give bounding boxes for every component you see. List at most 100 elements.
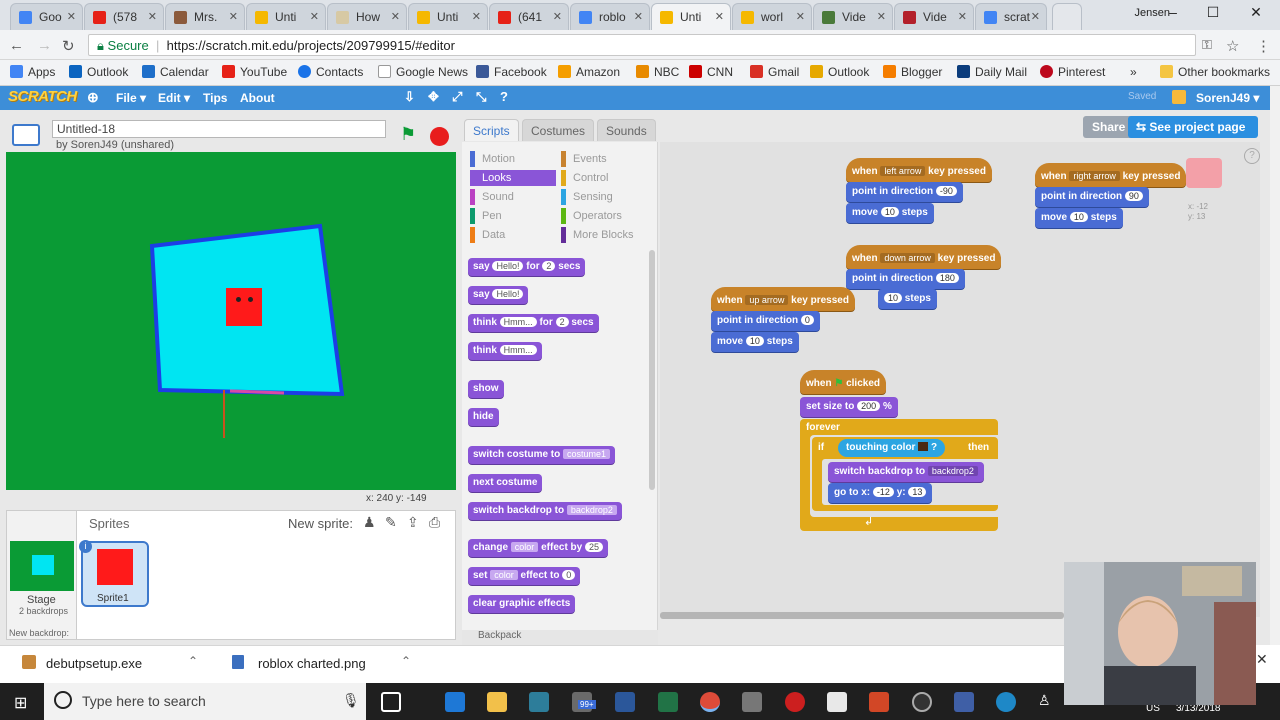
close-icon[interactable]: ✕ xyxy=(391,10,400,23)
stage-canvas[interactable] xyxy=(6,152,456,490)
category-events[interactable]: Events xyxy=(561,151,647,167)
stage-layout-icon[interactable] xyxy=(12,124,40,146)
project-title-input[interactable]: Untitled-18 xyxy=(52,120,386,138)
number-slot[interactable]: 200 xyxy=(857,401,881,411)
script-when-up-arrow[interactable]: when up arrow key pressed xyxy=(711,287,855,311)
shrink-icon[interactable]: ⤡ xyxy=(476,89,486,105)
bookmark-outlook-2[interactable]: Outlook xyxy=(810,65,869,79)
browser-tab[interactable]: Vide ✕ xyxy=(894,3,974,30)
user-menu[interactable]: SorenJ49 ▾ xyxy=(1196,91,1259,105)
word-icon[interactable] xyxy=(615,692,635,712)
block-point-in-direction[interactable]: point in direction 0 xyxy=(711,311,820,331)
x-slot[interactable]: -12 xyxy=(872,487,894,497)
bookmark-google-news[interactable]: Google News xyxy=(378,65,468,79)
key-dropdown[interactable]: up arrow xyxy=(745,295,789,305)
dropdown-slot[interactable]: color xyxy=(510,542,539,552)
block-switch-backdrop[interactable]: switch backdrop to backdrop2 xyxy=(468,502,622,520)
number-slot[interactable]: 0 xyxy=(562,570,576,580)
block-switch-costume[interactable]: switch costume to costume1 xyxy=(468,446,616,464)
close-icon[interactable]: ✕ xyxy=(310,10,319,23)
scripts-area[interactable]: when left arrow key pressed point in dir… xyxy=(660,142,1260,617)
text-slot[interactable]: Hello! xyxy=(492,261,524,271)
camera-icon[interactable]: ⎙ xyxy=(429,514,440,531)
block-change-effect[interactable]: change color effect by 25 xyxy=(468,539,609,557)
backpack-bar[interactable]: Backpack xyxy=(462,630,658,645)
close-icon[interactable]: ✕ xyxy=(1031,10,1040,23)
key-dropdown[interactable]: left arrow xyxy=(880,166,926,176)
user-avatar[interactable] xyxy=(1172,90,1186,104)
palette-scrollbar[interactable] xyxy=(649,250,655,490)
script-when-right-arrow[interactable]: when right arrow key pressed xyxy=(1035,163,1187,187)
block-point-in-direction[interactable]: point in direction -90 xyxy=(846,182,963,202)
close-icon[interactable]: ✕ xyxy=(715,10,724,23)
text-slot[interactable]: Hmm... xyxy=(499,317,537,327)
bookmark-youtube[interactable]: YouTube xyxy=(222,65,287,79)
star-icon[interactable]: ☆ xyxy=(1226,37,1239,55)
dropdown-slot[interactable]: color xyxy=(490,570,518,580)
edge-icon[interactable] xyxy=(445,692,465,712)
browser-tab[interactable]: Goo ✕ xyxy=(10,3,83,30)
key-dropdown[interactable]: right arrow xyxy=(1069,171,1120,181)
tab-scripts[interactable]: Scripts xyxy=(464,119,519,141)
tips-menu[interactable]: Tips xyxy=(203,91,227,105)
maximize-icon[interactable]: ☐ xyxy=(1203,4,1223,21)
close-icon[interactable]: ✕ xyxy=(67,10,76,23)
browser-tab[interactable]: (641 ✕ xyxy=(489,3,569,30)
close-icon[interactable]: ✕ xyxy=(634,10,643,23)
window-close-icon[interactable]: ✕ xyxy=(1246,4,1266,21)
bookmark-gmail[interactable]: Gmail xyxy=(750,65,799,79)
upload-icon[interactable]: ⇪ xyxy=(407,514,419,531)
forward-arrow-icon[interactable]: → xyxy=(37,37,52,54)
paint-brush-icon[interactable]: ✎ xyxy=(385,514,397,531)
paint-icon[interactable] xyxy=(742,692,762,712)
tab-costumes[interactable]: Costumes xyxy=(522,119,595,141)
close-icon[interactable]: ✕ xyxy=(472,10,481,23)
dropdown-slot[interactable]: costume1 xyxy=(563,449,611,459)
bookmark-facebook[interactable]: Facebook xyxy=(476,65,547,79)
bookmark-daily-mail[interactable]: Daily Mail xyxy=(957,65,1027,79)
block-point-in-direction[interactable]: point in direction 180 xyxy=(846,269,965,289)
scripts-horizontal-scrollbar[interactable] xyxy=(660,612,1064,619)
category-looks[interactable]: Looks xyxy=(470,170,556,186)
help-icon[interactable]: ? xyxy=(1244,148,1260,164)
green-flag-icon[interactable]: ⚑ xyxy=(400,124,416,145)
app-icon[interactable] xyxy=(912,692,932,712)
number-slot[interactable]: 10 xyxy=(880,207,899,217)
sprite1-on-stage[interactable] xyxy=(226,288,262,326)
new-tab-button[interactable] xyxy=(1052,3,1082,30)
block-move-steps[interactable]: move 10 steps xyxy=(1035,208,1123,228)
block-switch-backdrop[interactable]: switch backdrop to backdrop2 xyxy=(828,462,984,482)
file-menu[interactable]: File ▾ xyxy=(116,91,146,105)
notepad-icon[interactable] xyxy=(827,692,847,712)
block-touching-color[interactable]: touching color ? xyxy=(838,439,946,457)
download-item-2[interactable]: roblox charted.png xyxy=(258,656,366,671)
task-view-icon[interactable] xyxy=(381,692,401,712)
key-dropdown[interactable]: down arrow xyxy=(880,253,935,263)
app-icon[interactable] xyxy=(954,692,974,712)
direction-slot[interactable]: 0 xyxy=(800,315,814,325)
globe-icon[interactable]: ⊕ xyxy=(87,89,99,106)
choose-sprite-icon[interactable]: ♟ xyxy=(363,514,376,531)
block-think[interactable]: think Hmm... xyxy=(468,342,542,360)
scratch-logo[interactable]: SCRATCH xyxy=(8,88,77,105)
block-point-in-direction[interactable]: point in direction 90 xyxy=(1035,187,1149,207)
menu-dots-icon[interactable]: ⋮ xyxy=(1256,37,1271,55)
download-item-1[interactable]: debutpsetup.exe xyxy=(46,656,142,671)
close-icon[interactable]: ✕ xyxy=(148,10,157,23)
direction-slot[interactable]: 90 xyxy=(1124,191,1143,201)
see-project-page-button[interactable]: ⇆ See project page xyxy=(1128,116,1258,138)
category-data[interactable]: Data xyxy=(470,227,556,243)
browser-tab[interactable]: roblo ✕ xyxy=(570,3,650,30)
more-bookmarks-button[interactable]: » xyxy=(1130,65,1137,79)
block-say-for-secs[interactable]: say Hello! for 2 secs xyxy=(468,258,586,276)
browser-tab[interactable]: Unti ✕ xyxy=(408,3,488,30)
chrome-icon[interactable] xyxy=(700,692,720,712)
close-downloads-icon[interactable]: ✕ xyxy=(1256,651,1268,668)
help-app-icon[interactable] xyxy=(996,692,1016,712)
block-set-effect[interactable]: set color effect to 0 xyxy=(468,567,581,585)
block-go-to-xy[interactable]: go to x: -12 y: 13 xyxy=(828,483,933,503)
bookmark-apps[interactable]: Apps xyxy=(10,65,55,79)
excel-icon[interactable] xyxy=(658,692,678,712)
taskbar-search-box[interactable]: Type here to search 🎙︎ xyxy=(44,683,366,720)
back-arrow-icon[interactable]: ← xyxy=(9,37,24,54)
